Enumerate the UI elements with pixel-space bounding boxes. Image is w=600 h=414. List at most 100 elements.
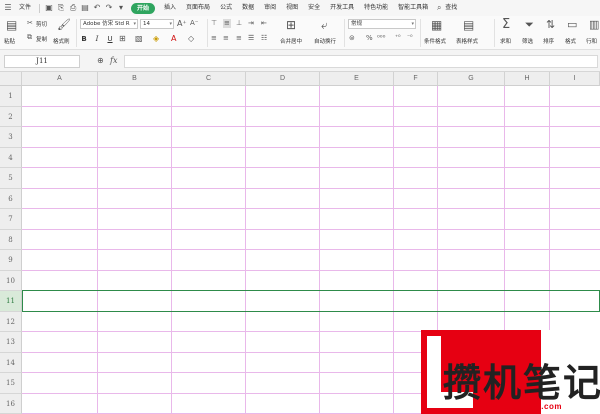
font-size-select[interactable]: 14 ▾ [140, 19, 174, 29]
align-center-icon[interactable]: ≡ [223, 35, 229, 42]
sort-icon[interactable]: ⇅ [546, 19, 555, 30]
paste-button[interactable]: 粘贴 [4, 37, 15, 45]
row-header[interactable]: 8 [0, 229, 22, 250]
underline-button[interactable]: U [106, 35, 114, 44]
menu-file[interactable]: 文件 [14, 0, 36, 16]
paste-icon[interactable]: ▤ [6, 19, 17, 31]
print-preview-icon[interactable]: ▤ [80, 3, 90, 13]
column-header[interactable]: B [98, 72, 172, 86]
hamburger-menu-icon[interactable]: ☰ [3, 3, 13, 13]
column-header[interactable]: C [172, 72, 246, 86]
row-header[interactable]: 9 [0, 250, 22, 271]
tab-home[interactable]: 开始 [131, 2, 156, 14]
tab-smart-toolbox[interactable]: 智能工具箱 [393, 0, 433, 16]
thousands-separator-icon[interactable]: ⁰⁰⁰ [377, 35, 385, 42]
row-header[interactable]: 14 [0, 352, 22, 373]
number-format-select[interactable]: 常规 ▾ [348, 19, 416, 29]
undo-icon[interactable]: ↶ [92, 3, 102, 13]
select-all-corner[interactable] [0, 72, 22, 86]
tab-data[interactable]: 数据 [237, 0, 259, 16]
align-top-icon[interactable]: ⊤ [211, 20, 217, 27]
rows-columns-button[interactable]: 行和 [586, 37, 597, 45]
sort-button[interactable]: 排序 [543, 37, 554, 45]
row-header[interactable]: 15 [0, 373, 22, 394]
decrease-indent-icon[interactable]: ⇤ [261, 20, 267, 27]
format-painter-icon[interactable]: 🖌 [57, 19, 71, 30]
clear-format-icon[interactable]: ◇ [188, 35, 194, 43]
print-icon[interactable]: ⎙ [68, 3, 78, 13]
borders-icon[interactable]: ⊞ [119, 35, 126, 43]
tab-page-layout[interactable]: 页面布局 [181, 0, 215, 16]
merge-center-button[interactable]: 合并居中 [280, 37, 302, 45]
row-header[interactable]: 10 [0, 270, 22, 291]
font-name-select[interactable]: Adobe 仿宋 Std R ▾ [80, 19, 138, 29]
row-header[interactable]: 11 [0, 291, 22, 312]
row-header[interactable]: 5 [0, 168, 22, 189]
increase-font-icon[interactable]: A⁺ [177, 20, 187, 28]
wrap-text-button[interactable]: 自动换行 [314, 37, 336, 45]
format-button[interactable]: 格式 [565, 37, 576, 45]
column-header[interactable]: G [438, 72, 505, 86]
merge-center-icon[interactable]: ⊞ [286, 19, 296, 31]
table-style-button[interactable]: 表格样式 [456, 37, 478, 45]
search-button[interactable]: 查找 [445, 0, 462, 16]
currency-icon[interactable]: ⊜ [349, 35, 355, 42]
row-header[interactable]: 6 [0, 188, 22, 209]
column-header[interactable]: I [550, 72, 600, 86]
tab-insert[interactable]: 插入 [159, 0, 181, 16]
row-header[interactable]: 1 [0, 86, 22, 107]
filter-icon[interactable]: ⏷ [525, 19, 534, 30]
conditional-format-button[interactable]: 条件格式 [424, 37, 446, 45]
cut-button[interactable]: 剪切 [36, 20, 47, 28]
sum-icon[interactable]: Σ [502, 18, 510, 31]
align-bottom-icon[interactable]: ⊥ [236, 20, 242, 27]
sum-button[interactable]: 求和 [500, 37, 511, 45]
quick-access-dropdown-icon[interactable]: ▾ [116, 3, 126, 13]
align-left-icon[interactable]: ≡ [211, 35, 217, 42]
font-color-icon[interactable]: A [171, 35, 176, 43]
cut-icon[interactable]: ✂ [27, 20, 33, 27]
export-icon[interactable]: ⎘ [56, 3, 66, 13]
tab-formulas[interactable]: 公式 [215, 0, 237, 16]
column-header[interactable]: D [246, 72, 320, 86]
percent-icon[interactable]: % [366, 35, 373, 42]
align-middle-icon[interactable]: ≡ [223, 19, 231, 28]
row-header[interactable]: 3 [0, 127, 22, 148]
justify-icon[interactable]: ☰ [248, 35, 254, 42]
tab-review[interactable]: 审阅 [259, 0, 281, 16]
tab-developer[interactable]: 开发工具 [325, 0, 359, 16]
distributed-icon[interactable]: ☷ [261, 35, 267, 42]
align-right-icon[interactable]: ≡ [236, 35, 242, 42]
row-header[interactable]: 4 [0, 147, 22, 168]
rows-columns-icon[interactable]: ▥ [589, 19, 599, 30]
bold-button[interactable]: B [80, 35, 88, 44]
fill-color-icon[interactable]: ◈ [153, 35, 159, 43]
row-header[interactable]: 12 [0, 311, 22, 332]
increase-decimal-icon[interactable]: ⁺⁰ [395, 35, 401, 41]
tab-special-features[interactable]: 特色功能 [359, 0, 393, 16]
filter-button[interactable]: 筛选 [522, 37, 533, 45]
row-header[interactable]: 16 [0, 393, 22, 414]
table-style-icon[interactable]: ▤ [463, 19, 474, 31]
row-header[interactable]: 2 [0, 106, 22, 127]
fx-icon[interactable]: fx [110, 57, 117, 65]
format-painter-button[interactable]: 格式刷 [53, 37, 70, 45]
zoom-formula-icon[interactable]: ⊕ [97, 57, 104, 65]
decrease-font-icon[interactable]: A⁻ [190, 20, 198, 27]
tab-view[interactable]: 视图 [281, 0, 303, 16]
save-icon[interactable]: ▣ [44, 3, 54, 13]
formula-input[interactable] [124, 55, 598, 68]
conditional-format-icon[interactable]: ▦ [431, 19, 442, 31]
column-header[interactable]: A [22, 72, 98, 86]
tab-security[interactable]: 安全 [303, 0, 325, 16]
decrease-decimal-icon[interactable]: ⁻⁰ [407, 35, 413, 41]
italic-button[interactable]: I [93, 35, 101, 44]
format-icon[interactable]: ▭ [567, 19, 577, 30]
column-header[interactable]: E [320, 72, 394, 86]
copy-button[interactable]: 复制 [36, 35, 47, 43]
wrap-text-icon[interactable]: ⤶ [321, 19, 328, 31]
column-header[interactable]: H [505, 72, 550, 86]
fill-pattern-icon[interactable]: ▧ [135, 35, 143, 43]
copy-icon[interactable]: ⧉ [27, 34, 32, 41]
name-box[interactable]: J11 [4, 55, 80, 68]
